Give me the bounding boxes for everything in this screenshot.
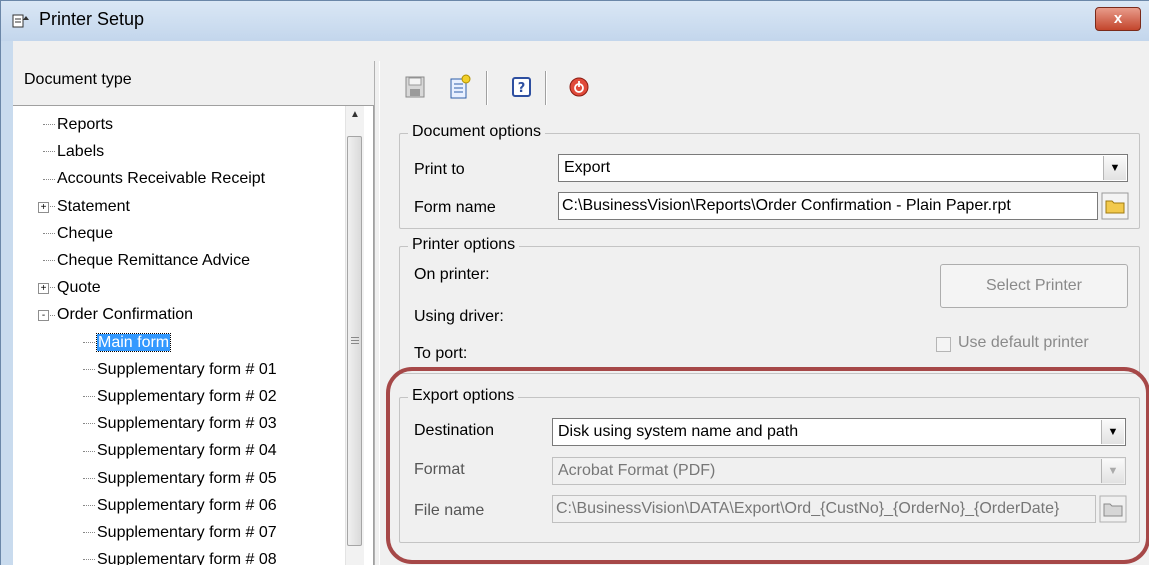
print-to-label: Print to	[414, 161, 465, 178]
document-type-tree[interactable]: Reports Labels Accounts Receivable Receipt…	[13, 105, 374, 565]
form-name-label: Form name	[414, 199, 496, 216]
expand-icon[interactable]: +	[38, 201, 49, 213]
power-icon[interactable]	[565, 73, 593, 101]
close-icon: x	[1113, 10, 1123, 27]
tree-item[interactable]: Supplementary form # 04	[83, 438, 277, 464]
tree-item-label: Cheque	[57, 224, 114, 242]
tree-item-label: Order Confirmation	[57, 306, 194, 324]
printer-setup-window: Printer Setup x Document type Reports Lab…	[0, 0, 1149, 565]
printer-setup-icon	[12, 14, 29, 28]
new-form-icon[interactable]	[445, 73, 473, 101]
tree-item[interactable]: Statement	[43, 194, 130, 220]
tree-item[interactable]: Main form	[83, 330, 172, 356]
tree-item-label: Main form	[95, 332, 172, 352]
tree-item-label: Supplementary form # 03	[97, 415, 277, 433]
use-default-printer-checkbox[interactable]	[936, 337, 951, 352]
tree-item[interactable]: Accounts Receivable Receipt	[43, 166, 265, 192]
document-type-pane: Document type Reports Labels Accounts Rece…	[13, 41, 374, 565]
document-type-header: Document type	[24, 71, 132, 88]
tree-item[interactable]: Supplementary form # 01	[83, 357, 277, 383]
scroll-thumb[interactable]	[347, 136, 362, 546]
tree-item[interactable]: Supplementary form # 08	[83, 547, 277, 565]
tree-item[interactable]: Supplementary form # 05	[83, 466, 277, 492]
printer-options-title: Printer options	[408, 236, 520, 254]
tree-item[interactable]: Cheque	[43, 221, 113, 247]
tree-item-label: Supplementary form # 06	[97, 496, 277, 514]
options-pane: ? Document options Print to Export ▼ For…	[383, 41, 1149, 565]
help-icon[interactable]: ?	[507, 73, 535, 101]
on-printer-label: On printer:	[414, 266, 490, 283]
tree-item-label: Supplementary form # 04	[97, 442, 277, 460]
form-name-value: C:\BusinessVision\Reports\Order Confirma…	[562, 197, 1011, 214]
toolbar: ?	[383, 69, 1143, 109]
export-options-highlight	[386, 367, 1149, 564]
tree-item[interactable]: Quote	[43, 275, 101, 301]
tree-item-label: Supplementary form # 02	[97, 388, 277, 405]
scroll-up-arrow-icon[interactable]: ▲	[346, 106, 364, 124]
close-button[interactable]: x	[1095, 7, 1141, 31]
collapse-icon[interactable]: -	[38, 310, 49, 322]
title-bar[interactable]: Printer Setup x	[1, 1, 1149, 41]
expand-icon[interactable]: +	[38, 283, 49, 295]
pane-splitter[interactable]	[374, 61, 380, 565]
tree-item-label: Supplementary form # 01	[97, 360, 277, 378]
browse-folder-icon[interactable]	[1101, 192, 1129, 220]
tree-item[interactable]: Order Confirmation	[43, 302, 193, 328]
tree-item-label: Statement	[57, 197, 130, 215]
tree-item-label: Labels	[57, 143, 105, 161]
select-printer-button[interactable]: Select Printer	[940, 264, 1128, 308]
tree-item-label: Cheque Remittance Advice	[57, 252, 250, 269]
dialog-client-area: Document type Reports Labels Accounts Rece…	[13, 41, 1149, 565]
tree-item[interactable]: Supplementary form # 06	[83, 493, 277, 519]
use-default-printer-label: Use default printer	[958, 334, 1089, 351]
using-driver-label: Using driver:	[414, 308, 504, 325]
tree-item[interactable]: Cheque Remittance Advice	[43, 248, 250, 274]
tree-item[interactable]: Supplementary form # 07	[83, 520, 277, 546]
tree-item[interactable]: Supplementary form # 03	[83, 411, 277, 437]
tree-item-label: Supplementary form # 08	[97, 551, 277, 565]
tree-item[interactable]: Labels	[43, 139, 104, 165]
svg-text:?: ?	[518, 81, 526, 96]
printer-options-group: Printer options On printer: Using driver…	[399, 236, 1140, 374]
document-options-title: Document options	[408, 123, 545, 141]
tree-item-label: Reports	[57, 116, 114, 133]
form-name-field[interactable]: C:\BusinessVision\Reports\Order Confirma…	[558, 192, 1098, 220]
document-options-group: Document options Print to Export ▼ Form …	[399, 123, 1140, 229]
to-port-label: To port:	[414, 345, 468, 362]
tree-item[interactable]: Supplementary form # 02	[83, 384, 277, 410]
tree-item-label: Supplementary form # 07	[97, 524, 277, 541]
tree-item-label: Accounts Receivable Receipt	[57, 170, 266, 188]
tree-item[interactable]: Reports	[43, 112, 113, 138]
tree-scrollbar[interactable]: ▲	[345, 106, 364, 565]
print-to-value: Export	[564, 159, 611, 176]
tree-item-label: Quote	[57, 279, 101, 297]
window-title: Printer Setup	[39, 9, 145, 29]
tree-item-label: Supplementary form # 05	[97, 469, 277, 487]
chevron-down-icon[interactable]: ▼	[1103, 156, 1126, 180]
print-to-select[interactable]: Export ▼	[558, 154, 1128, 182]
save-icon[interactable]	[401, 73, 429, 101]
